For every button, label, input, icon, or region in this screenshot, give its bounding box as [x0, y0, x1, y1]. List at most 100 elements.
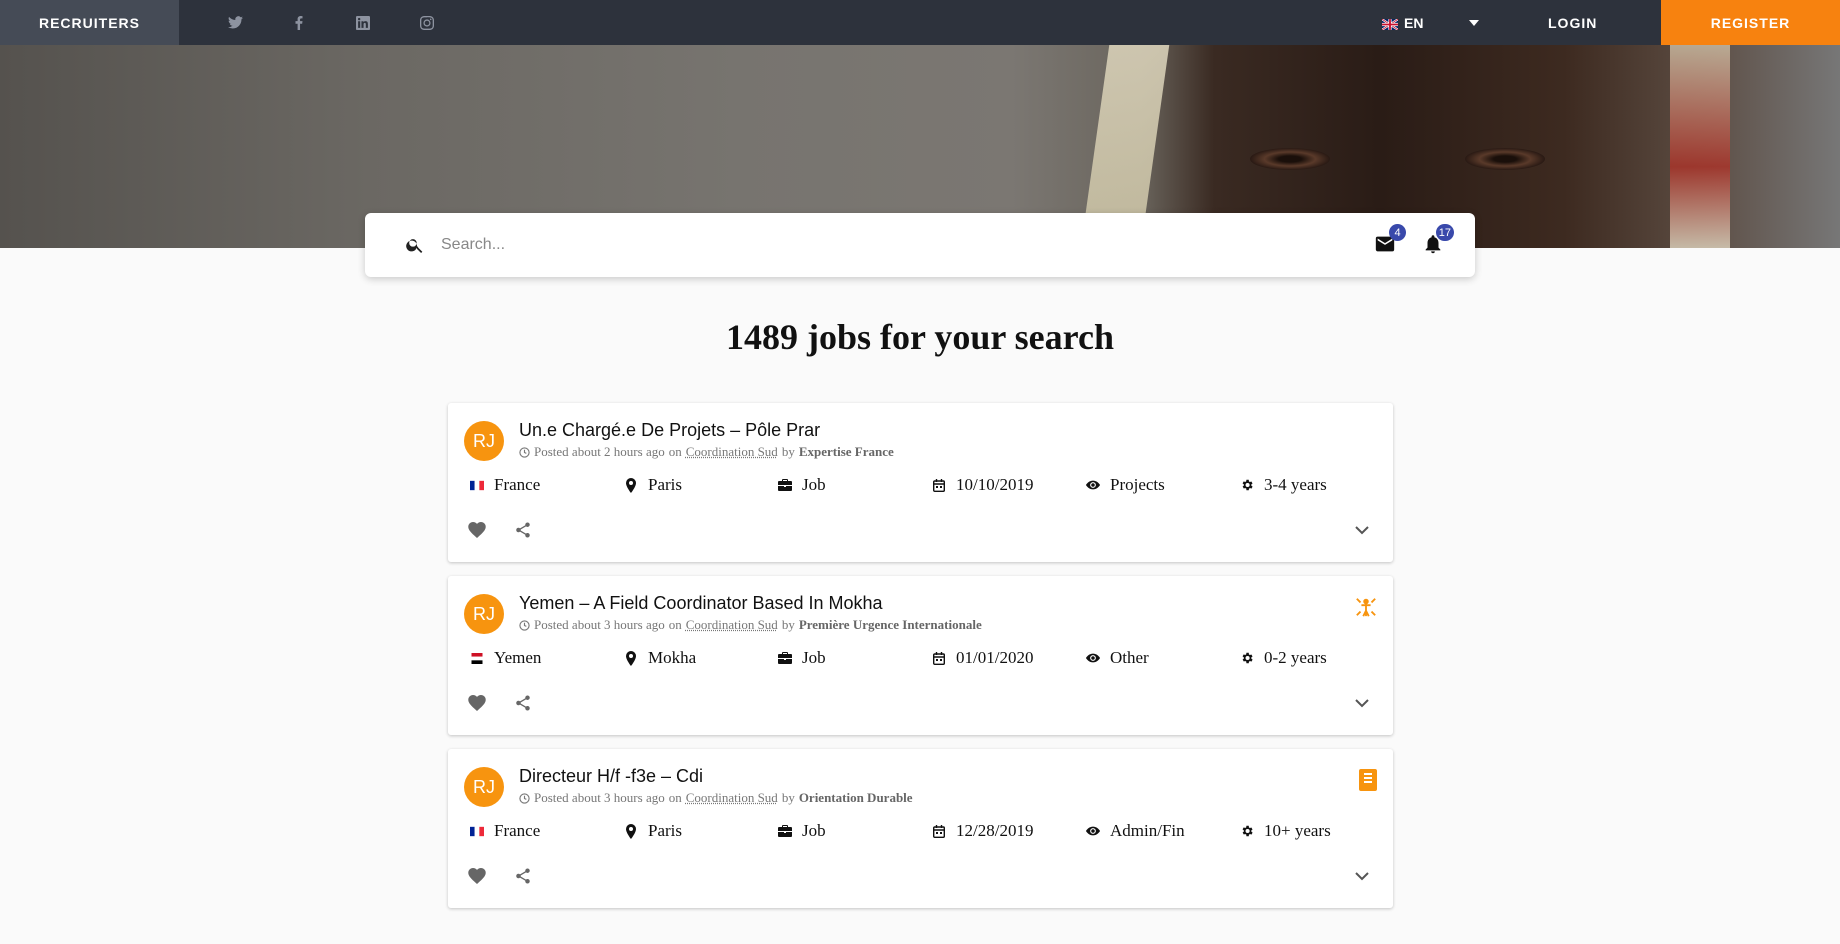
job-card[interactable]: RJ Un.e Chargé.e De Projets – Pôle Prar … — [448, 403, 1393, 562]
category-label: Projects — [1110, 475, 1165, 494]
social-links — [203, 0, 459, 45]
share-icon[interactable] — [514, 521, 532, 539]
on-label: on — [668, 444, 682, 459]
country-flag-icon — [470, 826, 484, 837]
facebook-icon[interactable] — [267, 0, 331, 45]
top-navigation-bar: RECRUITERS EN LOGIN REGISTER — [0, 0, 1840, 45]
experience-label: 10+ years — [1264, 821, 1331, 840]
card-actions — [468, 694, 560, 712]
date-label: 01/01/2020 — [956, 648, 1034, 667]
country-flag-icon — [470, 652, 484, 664]
detail-category: Other — [1086, 648, 1240, 668]
city-label: Mokha — [648, 648, 697, 667]
recruiters-link[interactable]: RECRUITERS — [0, 0, 179, 45]
date-label: 12/28/2019 — [956, 821, 1034, 840]
share-icon[interactable] — [514, 694, 532, 712]
city-label: Paris — [648, 475, 682, 494]
gear-icon — [1240, 824, 1254, 838]
share-icon[interactable] — [514, 867, 532, 885]
posted-time: Posted about 3 hours ago — [534, 617, 665, 632]
organization-name: Expertise France — [798, 444, 894, 459]
detail-date: 01/01/2020 — [932, 648, 1086, 668]
job-title[interactable]: Directeur H/f -f3e – Cdi — [519, 766, 703, 787]
country-label: Yemen — [494, 648, 542, 667]
detail-type: Job — [778, 648, 932, 668]
document-icon — [1359, 769, 1377, 791]
eye-icon — [1086, 653, 1100, 663]
language-label: EN — [1404, 14, 1424, 31]
heart-icon[interactable] — [468, 522, 486, 538]
by-label: by — [781, 790, 795, 805]
detail-city: Paris — [624, 475, 778, 495]
chevron-down-icon[interactable] — [1355, 872, 1369, 881]
type-label: Job — [802, 821, 826, 840]
job-meta: Posted about 3 hours ago on Coordination… — [519, 617, 982, 633]
posted-time: Posted about 3 hours ago — [534, 790, 665, 805]
experience-label: 0-2 years — [1264, 648, 1327, 667]
notifications-icon[interactable]: 17 — [1422, 224, 1454, 255]
uk-flag-icon — [1381, 17, 1399, 31]
calendar-icon — [932, 824, 946, 838]
calendar-icon — [932, 478, 946, 492]
source-link[interactable]: Coordination Sud — [686, 617, 778, 633]
briefcase-icon — [778, 825, 792, 837]
city-label: Paris — [648, 821, 682, 840]
date-label: 10/10/2019 — [956, 475, 1034, 494]
job-details: France Paris Job 12/28/2019 Admin/Fin 10… — [470, 821, 1394, 841]
avatar: RJ — [464, 594, 504, 634]
calendar-icon — [932, 651, 946, 665]
briefcase-icon — [778, 652, 792, 664]
detail-experience: 10+ years — [1240, 821, 1394, 841]
detail-city: Paris — [624, 821, 778, 841]
heart-icon[interactable] — [468, 695, 486, 711]
instagram-icon[interactable] — [395, 0, 459, 45]
job-card[interactable]: RJ Yemen – A Field Coordinator Based In … — [448, 576, 1393, 735]
hero-decor — [1250, 148, 1330, 170]
hero-decor — [1465, 148, 1545, 170]
job-details: France Paris Job 10/10/2019 Projects 3-4… — [470, 475, 1394, 495]
type-label: Job — [802, 648, 826, 667]
job-title[interactable]: Un.e Chargé.e De Projets – Pôle Prar — [519, 420, 820, 441]
search-input[interactable] — [441, 236, 1341, 254]
source-link[interactable]: Coordination Sud — [686, 790, 778, 806]
detail-country: Yemen — [470, 648, 624, 668]
messages-icon[interactable]: 4 — [1374, 224, 1406, 255]
twitter-icon[interactable] — [203, 0, 267, 45]
source-link[interactable]: Coordination Sud — [686, 444, 778, 460]
briefcase-icon — [778, 479, 792, 491]
card-actions — [468, 867, 560, 885]
chevron-down-icon[interactable] — [1355, 699, 1369, 708]
clock-icon — [519, 619, 530, 631]
login-button[interactable]: LOGIN — [1548, 0, 1597, 45]
card-actions — [468, 521, 560, 539]
search-icon[interactable] — [405, 235, 425, 255]
detail-country: France — [470, 821, 624, 841]
gear-icon — [1240, 478, 1254, 492]
detail-country: France — [470, 475, 624, 495]
detail-experience: 0-2 years — [1240, 648, 1394, 668]
job-meta: Posted about 3 hours ago on Coordination… — [519, 790, 913, 806]
avatar: RJ — [464, 767, 504, 807]
chevron-down-icon[interactable] — [1355, 526, 1369, 535]
clock-icon — [519, 792, 530, 804]
category-label: Other — [1110, 648, 1149, 667]
linkedin-icon[interactable] — [331, 0, 395, 45]
job-card[interactable]: RJ Directeur H/f -f3e – Cdi Posted about… — [448, 749, 1393, 908]
messages-count-badge: 4 — [1389, 224, 1406, 241]
map-marker-icon — [624, 650, 638, 666]
register-button[interactable]: REGISTER — [1661, 0, 1840, 45]
detail-type: Job — [778, 821, 932, 841]
heart-icon[interactable] — [468, 868, 486, 884]
type-label: Job — [802, 475, 826, 494]
gear-icon — [1240, 651, 1254, 665]
job-details: Yemen Mokha Job 01/01/2020 Other 0-2 yea… — [470, 648, 1394, 668]
clock-icon — [519, 446, 530, 458]
map-marker-icon — [624, 477, 638, 493]
eye-icon — [1086, 480, 1100, 490]
language-selector[interactable]: EN — [1381, 0, 1480, 45]
job-title[interactable]: Yemen – A Field Coordinator Based In Mok… — [519, 593, 883, 614]
humanitarian-icon — [1355, 596, 1377, 618]
eye-icon — [1086, 826, 1100, 836]
organization-name: Orientation Durable — [798, 790, 913, 805]
category-label: Admin/Fin — [1110, 821, 1185, 840]
